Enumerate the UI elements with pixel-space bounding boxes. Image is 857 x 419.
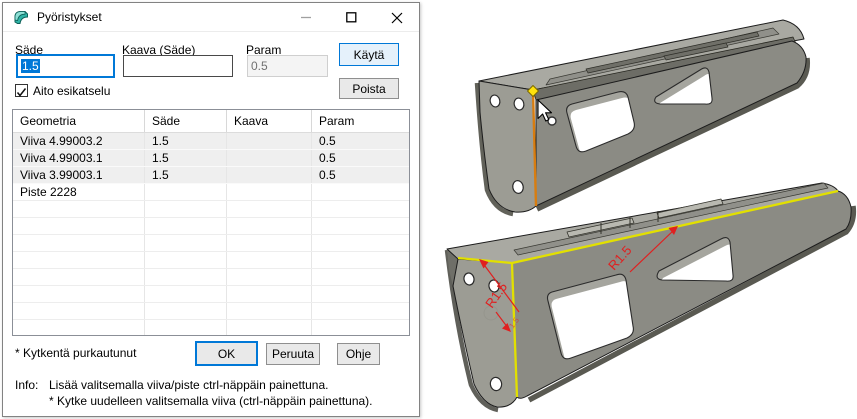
table-row[interactable]: Piste 2228: [13, 184, 409, 201]
table-row-empty[interactable]: [13, 252, 409, 269]
table-row[interactable]: Viiva 3.99003.1 1.5 0.5: [13, 167, 409, 184]
cell-sade: [145, 184, 227, 200]
viewport-3d[interactable]: R1.5 R1.5 1.5: [425, 0, 857, 419]
cell-kaava: [227, 167, 312, 183]
cell-sade: 1.5: [145, 150, 227, 166]
cell-param: 0.5: [312, 150, 409, 166]
radius-input[interactable]: 1.5: [16, 54, 115, 78]
cell-param: 0.5: [312, 133, 409, 149]
ok-button[interactable]: OK: [195, 341, 258, 366]
fillet-icon: [13, 9, 30, 26]
cancel-button[interactable]: Peruuta: [266, 343, 320, 365]
close-icon: [391, 12, 403, 24]
bracket-bottom-plate-face[interactable]: [453, 259, 517, 407]
fillet-table: Geometria Säde Kaava Param Viiva 4.99003…: [12, 109, 410, 336]
table-row[interactable]: Viiva 4.99003.1 1.5 0.5: [13, 150, 409, 167]
cell-geometria: Piste 2228: [13, 184, 145, 200]
apply-button[interactable]: Käytä: [339, 43, 399, 66]
maximize-icon: [346, 12, 357, 23]
cell-param: [312, 184, 409, 200]
delete-button[interactable]: Poista: [339, 78, 399, 99]
vertex-marker[interactable]: [548, 117, 556, 125]
table-row-empty[interactable]: [13, 201, 409, 218]
table-row-empty[interactable]: [13, 218, 409, 235]
info-line-2: * Kytke uudelleen valitsemalla viiva (ct…: [49, 394, 373, 408]
cell-kaava: [227, 184, 312, 200]
table-header: Geometria Säde Kaava Param: [13, 110, 409, 133]
table-row-empty[interactable]: [13, 269, 409, 286]
cell-kaava: [227, 150, 312, 166]
table-row-empty[interactable]: [13, 303, 409, 320]
cell-kaava: [227, 133, 312, 149]
info-label: Info:: [15, 378, 38, 392]
table-row-empty[interactable]: [13, 286, 409, 303]
formula-input[interactable]: [123, 55, 233, 77]
cell-sade: 1.5: [145, 167, 227, 183]
status-note: * Kytkentä purkautunut: [15, 346, 136, 360]
fillets-dialog: Pyöristykset Säde 1.5 Kaava (Säde) Param…: [2, 2, 420, 417]
titlebar[interactable]: Pyöristykset: [3, 3, 419, 32]
col-kaava[interactable]: Kaava: [227, 110, 312, 132]
cell-geometria: Viiva 4.99003.2: [13, 133, 145, 149]
maximize-button[interactable]: [329, 3, 374, 32]
preview-checkbox-label: Aito esikatselu: [33, 84, 110, 98]
info-line-1: Lisää valitsemalla viiva/piste ctrl-näpp…: [49, 378, 329, 392]
cell-param: 0.5: [312, 167, 409, 183]
table-row-empty[interactable]: [13, 235, 409, 252]
window-title: Pyöristykset: [37, 10, 102, 24]
table-row-empty[interactable]: [13, 320, 409, 336]
param-input: 0.5: [247, 55, 328, 77]
preview-checkbox[interactable]: [15, 84, 28, 97]
checkmark-icon: [16, 87, 27, 98]
cell-sade: 1.5: [145, 133, 227, 149]
table-row[interactable]: Viiva 4.99003.2 1.5 0.5: [13, 133, 409, 150]
minimize-button[interactable]: [284, 3, 329, 32]
col-sade[interactable]: Säde: [145, 110, 227, 132]
close-button[interactable]: [374, 3, 419, 32]
minimize-icon: [301, 12, 312, 23]
help-button[interactable]: Ohje: [337, 343, 380, 365]
cell-geometria: Viiva 3.99003.1: [13, 167, 145, 183]
col-geometria[interactable]: Geometria: [13, 110, 145, 132]
cell-geometria: Viiva 4.99003.1: [13, 150, 145, 166]
bracket-top-model[interactable]: [477, 20, 807, 214]
col-param[interactable]: Param: [312, 110, 409, 132]
